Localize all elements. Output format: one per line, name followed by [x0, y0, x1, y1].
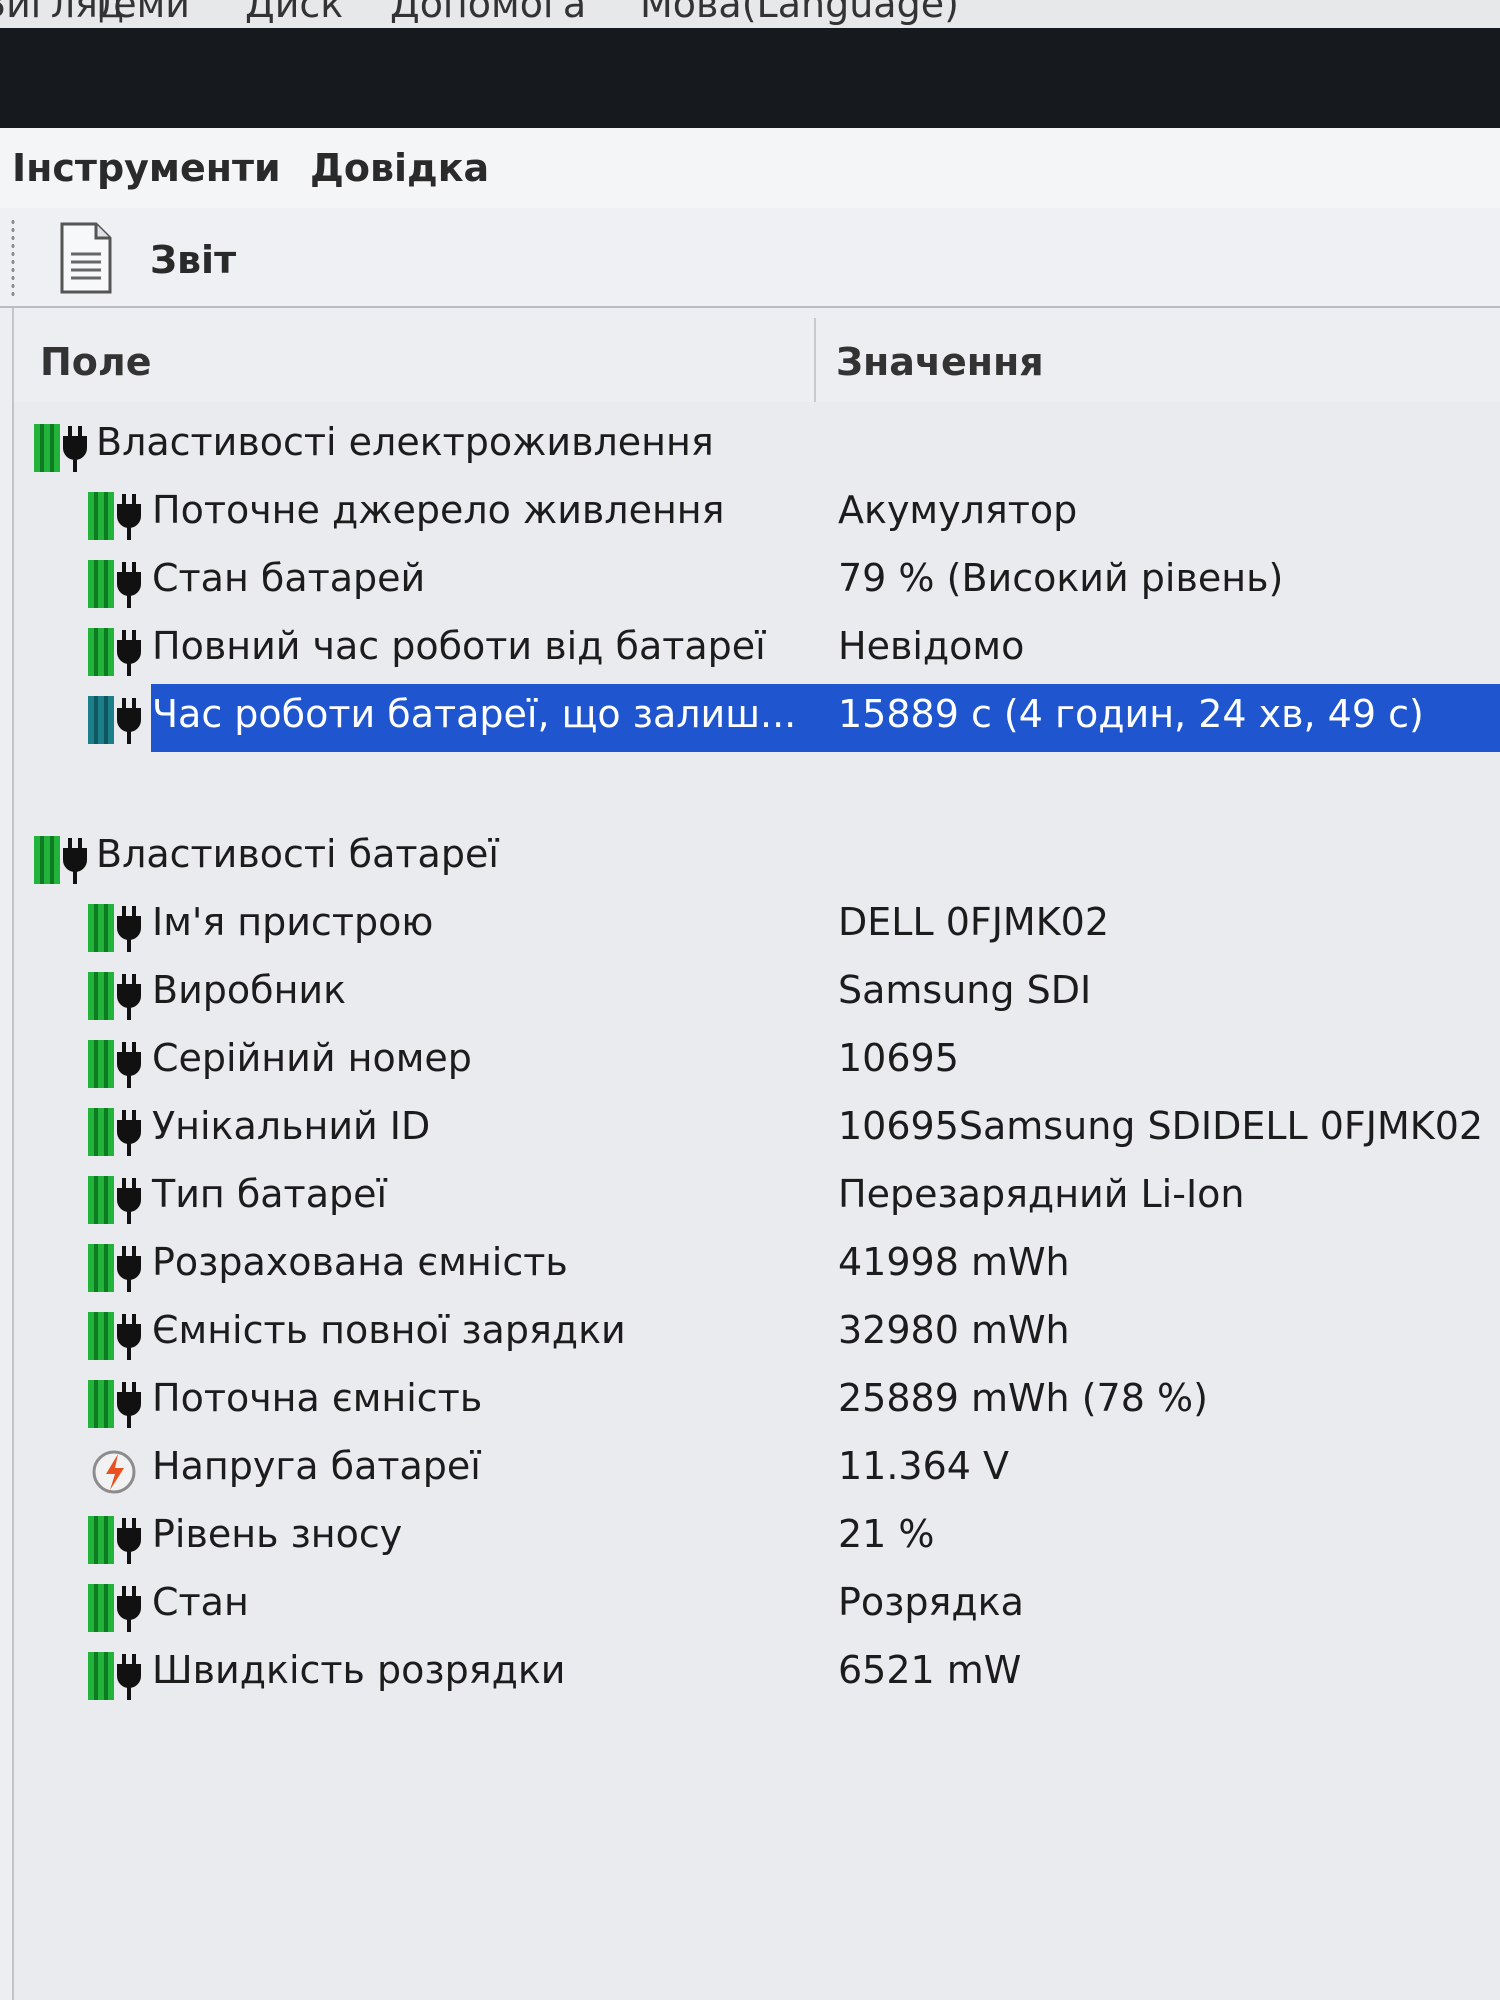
- row-field: Швидкість розрядки: [152, 1648, 566, 1692]
- toolbar: Звіт: [0, 208, 1500, 308]
- row-value: 11.364 V: [838, 1444, 1010, 1488]
- table-row[interactable]: Розрахована ємність 41998 mWh: [14, 1232, 1500, 1300]
- row-value: Розрядка: [838, 1580, 1024, 1624]
- row-value: 79 % (Високий рівень): [838, 556, 1284, 600]
- row-value: 21 %: [838, 1512, 935, 1556]
- battery-plug-icon: [88, 904, 141, 952]
- table-row-selected[interactable]: Час роботи батареї, що залиш... 15889 с …: [14, 684, 1500, 752]
- row-field: Серійний номер: [152, 1036, 472, 1080]
- column-header-field[interactable]: Поле: [40, 340, 152, 384]
- battery-plug-icon: [88, 1584, 141, 1632]
- row-value: Перезарядний Li-Ion: [838, 1172, 1245, 1216]
- outer-menu-item-language[interactable]: Мова(Language): [640, 0, 959, 26]
- table-row[interactable]: Рівень зносу 21 %: [14, 1504, 1500, 1572]
- row-value: 6521 mW: [838, 1648, 1022, 1692]
- battery-plug-icon: [88, 696, 141, 744]
- battery-plug-icon: [88, 972, 141, 1020]
- row-field: Рівень зносу: [152, 1512, 403, 1556]
- row-field: Поточне джерело живлення: [152, 488, 725, 532]
- table-row[interactable]: Унікальний ID 10695Samsung SDIDELL 0FJMK…: [14, 1096, 1500, 1164]
- row-field: Час роботи батареї, що залиш...: [152, 692, 797, 736]
- table-row[interactable]: Повний час роботи від батареї Невідомо: [14, 616, 1500, 684]
- group-title: Властивості електроживлення: [96, 420, 714, 464]
- menu-bar: Інструменти Довідка: [0, 128, 1500, 210]
- table-row[interactable]: Поточна ємність 25889 mWh (78 %): [14, 1368, 1500, 1436]
- row-field: Стан батарей: [152, 556, 426, 600]
- battery-plug-icon: [88, 1176, 141, 1224]
- table-row[interactable]: Напруга батареї 11.364 V: [14, 1436, 1500, 1504]
- row-field: Унікальний ID: [152, 1104, 431, 1148]
- toolbar-grip[interactable]: [10, 218, 16, 296]
- battery-plug-icon: [88, 492, 141, 540]
- column-separator[interactable]: [814, 318, 816, 402]
- battery-plug-icon: [88, 1652, 141, 1700]
- battery-plug-icon: [34, 424, 87, 472]
- row-field: Виробник: [152, 968, 347, 1012]
- properties-list[interactable]: Поле Значення Властивості електроживленн…: [12, 308, 1500, 2000]
- table-row[interactable]: Стан батарей 79 % (Високий рівень): [14, 548, 1500, 616]
- row-value: 10695Samsung SDIDELL 0FJMK02: [838, 1104, 1484, 1148]
- row-field: Повний час роботи від батареї: [152, 624, 766, 668]
- battery-plug-icon: [88, 1312, 141, 1360]
- group-row-battery[interactable]: Властивості батареї: [14, 824, 1500, 892]
- row-field: Стан: [152, 1580, 249, 1624]
- group-title: Властивості батареї: [96, 832, 499, 876]
- row-value: Невідомо: [838, 624, 1025, 668]
- row-field: Розрахована ємність: [152, 1240, 568, 1284]
- outer-menu-bar: Вигляд Теми Диск Допомога Мова(Language): [0, 0, 1500, 28]
- table-row[interactable]: Ім'я пристрою DELL 0FJMK02: [14, 892, 1500, 960]
- row-value: Samsung SDI: [838, 968, 1092, 1012]
- list-header: Поле Значення: [14, 308, 1500, 402]
- document-icon: [60, 222, 112, 294]
- row-value: 41998 mWh: [838, 1240, 1070, 1284]
- battery-plug-icon: [88, 1244, 141, 1292]
- battery-plug-icon: [88, 1516, 141, 1564]
- row-value: 25889 mWh (78 %): [838, 1376, 1208, 1420]
- column-header-value[interactable]: Значення: [836, 340, 1044, 384]
- row-field: Ім'я пристрою: [152, 900, 434, 944]
- table-row[interactable]: Виробник Samsung SDI: [14, 960, 1500, 1028]
- battery-plug-icon: [88, 1108, 141, 1156]
- table-row[interactable]: Серійний номер 10695: [14, 1028, 1500, 1096]
- battery-plug-icon: [88, 628, 141, 676]
- row-value: 32980 mWh: [838, 1308, 1070, 1352]
- row-value: 10695: [838, 1036, 959, 1080]
- table-row[interactable]: Ємність повної зарядки 32980 mWh: [14, 1300, 1500, 1368]
- outer-menu-item-help[interactable]: Допомога: [390, 0, 586, 26]
- row-field: Поточна ємність: [152, 1376, 483, 1420]
- row-value: 15889 с (4 годин, 24 хв, 49 с): [838, 692, 1424, 736]
- outer-menu-item-disk[interactable]: Диск: [245, 0, 343, 26]
- row-value: DELL 0FJMK02: [838, 900, 1109, 944]
- battery-plug-icon: [88, 1040, 141, 1088]
- table-row[interactable]: Поточне джерело живлення Акумулятор: [14, 480, 1500, 548]
- row-field: Напруга батареї: [152, 1444, 481, 1488]
- menu-tools[interactable]: Інструменти: [12, 146, 281, 190]
- table-row[interactable]: Тип батареї Перезарядний Li-Ion: [14, 1164, 1500, 1232]
- report-button[interactable]: Звіт: [50, 218, 250, 296]
- group-row-power[interactable]: Властивості електроживлення: [14, 412, 1500, 480]
- table-row[interactable]: Стан Розрядка: [14, 1572, 1500, 1640]
- row-field: Тип батареї: [152, 1172, 388, 1216]
- battery-plug-icon: [88, 1380, 141, 1428]
- row-field: Ємність повної зарядки: [152, 1308, 626, 1352]
- battery-plug-icon: [34, 836, 87, 884]
- row-value: Акумулятор: [838, 488, 1078, 532]
- battery-plug-icon: [88, 560, 141, 608]
- outer-menu-item-themes[interactable]: Теми: [90, 0, 190, 26]
- table-row[interactable]: Швидкість розрядки 6521 mW: [14, 1640, 1500, 1708]
- voltage-icon: [92, 1450, 136, 1494]
- report-button-label: Звіт: [150, 238, 237, 282]
- menu-help[interactable]: Довідка: [310, 146, 489, 190]
